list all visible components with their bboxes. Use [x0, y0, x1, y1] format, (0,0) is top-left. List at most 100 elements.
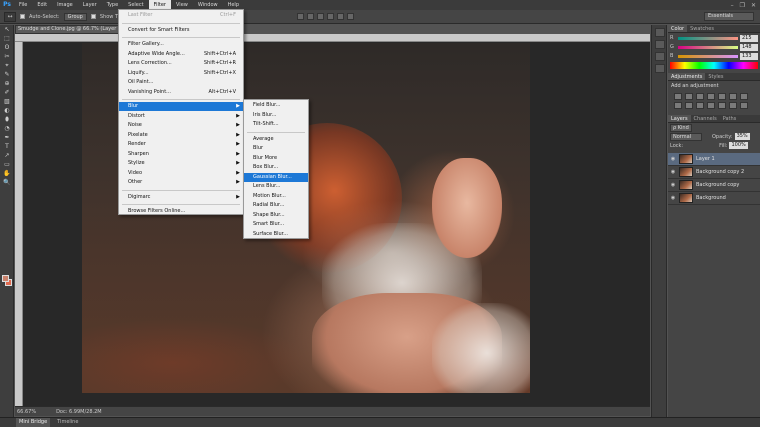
layer-row[interactable]: ◉ Background copy 2 — [668, 166, 760, 179]
menu-item-motion-blur[interactable]: Motion Blur... — [244, 192, 308, 201]
menu-item-filter-gallery[interactable]: Filter Gallery... — [119, 40, 243, 49]
menu-item-tilt-shift[interactable]: Tilt-Shift... — [244, 120, 308, 129]
menu-item-other[interactable]: Other ▶ — [119, 178, 243, 187]
adjustment-0-icon[interactable] — [674, 93, 682, 100]
tool-16-icon[interactable]: ✋ — [2, 170, 12, 178]
adjustment-7-icon[interactable] — [674, 102, 682, 109]
menu-item-vanishing-point[interactable]: Vanishing Point... Alt+Ctrl+V — [119, 88, 243, 97]
menu-item-field-blur[interactable]: Field Blur... — [244, 101, 308, 110]
menu-item-gaussian-blur[interactable]: Gaussian Blur... — [244, 172, 308, 182]
menu-item-blur[interactable]: Blur — [244, 144, 308, 153]
tool-4-icon[interactable]: ⌖ — [2, 62, 12, 70]
tool-9-icon[interactable]: ◐ — [2, 107, 12, 115]
menu-item-smart-blur[interactable]: Smart Blur... — [244, 220, 308, 229]
eye-icon[interactable]: ◉ — [670, 195, 676, 201]
menu-item-distort[interactable]: Distort ▶ — [119, 112, 243, 121]
adjustment-10-icon[interactable] — [707, 102, 715, 109]
menu-item-liquify[interactable]: Liquify... Shift+Ctrl+X — [119, 69, 243, 78]
layer-row[interactable]: ◉ Layer 1 — [668, 153, 760, 166]
menu-item-adaptive-wide-angle[interactable]: Adaptive Wide Angle... Shift+Ctrl+A — [119, 50, 243, 59]
menu-item-render[interactable]: Render ▶ — [119, 140, 243, 149]
tool-10-icon[interactable]: ⬮ — [2, 116, 12, 124]
show-transform-checkbox[interactable] — [90, 14, 96, 19]
menu-image[interactable]: Image — [52, 0, 78, 10]
color-channel-value[interactable]: 133 — [740, 52, 758, 60]
tab-swatches[interactable]: Swatches — [687, 25, 717, 32]
adjustment-12-icon[interactable] — [729, 102, 737, 109]
adjustment-11-icon[interactable] — [718, 102, 726, 109]
menu-item-digimarc[interactable]: Digimarc ▶ — [119, 193, 243, 202]
auto-select-checkbox[interactable] — [20, 14, 25, 19]
menu-item-surface-blur[interactable]: Surface Blur... — [244, 230, 308, 239]
menu-item-iris-blur[interactable]: Iris Blur... — [244, 111, 308, 120]
tab-mini-bridge[interactable]: Mini Bridge — [16, 418, 51, 427]
align-left-icon[interactable] — [327, 13, 334, 20]
tool-1-icon[interactable]: ⬚ — [2, 35, 12, 43]
menu-item-blur[interactable]: Blur ▶ — [119, 102, 243, 111]
adjustment-5-icon[interactable] — [729, 93, 737, 100]
tab-adjustments[interactable]: Adjustments — [668, 73, 706, 80]
tool-8-icon[interactable]: ▧ — [2, 98, 12, 106]
tab-color[interactable]: Color — [668, 25, 688, 32]
menu-item-stylize[interactable]: Stylize ▶ — [119, 159, 243, 168]
tab-paths[interactable]: Paths — [720, 115, 740, 122]
document-tab[interactable]: Smudge and Clone.jpg @ 66.7% (Layer 1, R… — [15, 25, 121, 34]
tab-timeline[interactable]: Timeline — [54, 418, 81, 427]
brush-panel-icon[interactable] — [655, 52, 665, 61]
color-spectrum[interactable] — [670, 62, 758, 69]
align-bottom-icon[interactable] — [317, 13, 324, 20]
zoom-level[interactable]: 66.67% — [17, 409, 36, 415]
align-center-icon[interactable] — [337, 13, 344, 20]
tool-3-icon[interactable]: ✂ — [2, 53, 12, 61]
menu-item-video[interactable]: Video ▶ — [119, 169, 243, 178]
menu-layer[interactable]: Layer — [78, 0, 102, 10]
menu-item-pixelate[interactable]: Pixelate ▶ — [119, 131, 243, 140]
align-middle-icon[interactable] — [307, 13, 314, 20]
align-top-icon[interactable] — [297, 13, 304, 20]
menu-item-box-blur[interactable]: Box Blur... — [244, 163, 308, 172]
character-panel-icon[interactable] — [655, 64, 665, 73]
menu-item-lens-blur[interactable]: Lens Blur... — [244, 182, 308, 191]
menu-item-lens-correction[interactable]: Lens Correction... Shift+Ctrl+R — [119, 59, 243, 68]
opacity-value[interactable]: 35% — [734, 133, 750, 140]
tool-7-icon[interactable]: ✐ — [2, 89, 12, 97]
menu-item-blur-more[interactable]: Blur More — [244, 154, 308, 163]
menu-item-convert-for-smart-filters[interactable]: Convert for Smart Filters — [119, 26, 243, 35]
adjustment-9-icon[interactable] — [696, 102, 704, 109]
close-icon[interactable]: ✕ — [751, 2, 756, 9]
adjustment-4-icon[interactable] — [718, 93, 726, 100]
layer-kind-filter[interactable]: ρ Kind — [670, 123, 692, 132]
menu-item-average[interactable]: Average — [244, 135, 308, 144]
menu-file[interactable]: File — [14, 0, 32, 10]
eye-icon[interactable]: ◉ — [670, 169, 676, 175]
adjustment-8-icon[interactable] — [685, 102, 693, 109]
foreground-color-swatch[interactable] — [2, 275, 9, 282]
minimize-icon[interactable]: – — [731, 2, 734, 9]
color-channel-slider[interactable] — [678, 36, 738, 40]
color-channel-slider[interactable] — [678, 45, 738, 49]
adjustment-1-icon[interactable] — [685, 93, 693, 100]
menu-edit[interactable]: Edit — [32, 0, 52, 10]
tool-12-icon[interactable]: ✒ — [2, 134, 12, 142]
history-panel-icon[interactable] — [655, 28, 665, 37]
color-channel-value[interactable]: 148 — [740, 43, 758, 51]
menu-item-noise[interactable]: Noise ▶ — [119, 121, 243, 130]
eye-icon[interactable]: ◉ — [670, 156, 676, 162]
blend-mode-select[interactable]: Normal — [670, 132, 702, 141]
tool-15-icon[interactable]: ▭ — [2, 161, 12, 169]
workspace-switcher[interactable]: Essentials — [704, 12, 754, 21]
move-tool-preset-icon[interactable]: ↔ — [4, 11, 16, 22]
menu-item-oil-paint[interactable]: Oil Paint... — [119, 78, 243, 87]
align-right-icon[interactable] — [347, 13, 354, 20]
tool-0-icon[interactable]: ↖ — [2, 26, 12, 34]
restore-icon[interactable]: ❐ — [740, 2, 745, 9]
layer-row[interactable]: ◉ Background — [668, 192, 760, 205]
tool-5-icon[interactable]: ✎ — [2, 71, 12, 79]
menu-item-radial-blur[interactable]: Radial Blur... — [244, 201, 308, 210]
tab-channels[interactable]: Channels — [691, 115, 720, 122]
color-channel-value[interactable]: 215 — [740, 34, 758, 42]
layer-row[interactable]: ◉ Background copy — [668, 179, 760, 192]
tool-11-icon[interactable]: ◔ — [2, 125, 12, 133]
menu-item-browse-filters-online[interactable]: Browse Filters Online... — [119, 207, 243, 216]
menu-item-shape-blur[interactable]: Shape Blur... — [244, 211, 308, 220]
